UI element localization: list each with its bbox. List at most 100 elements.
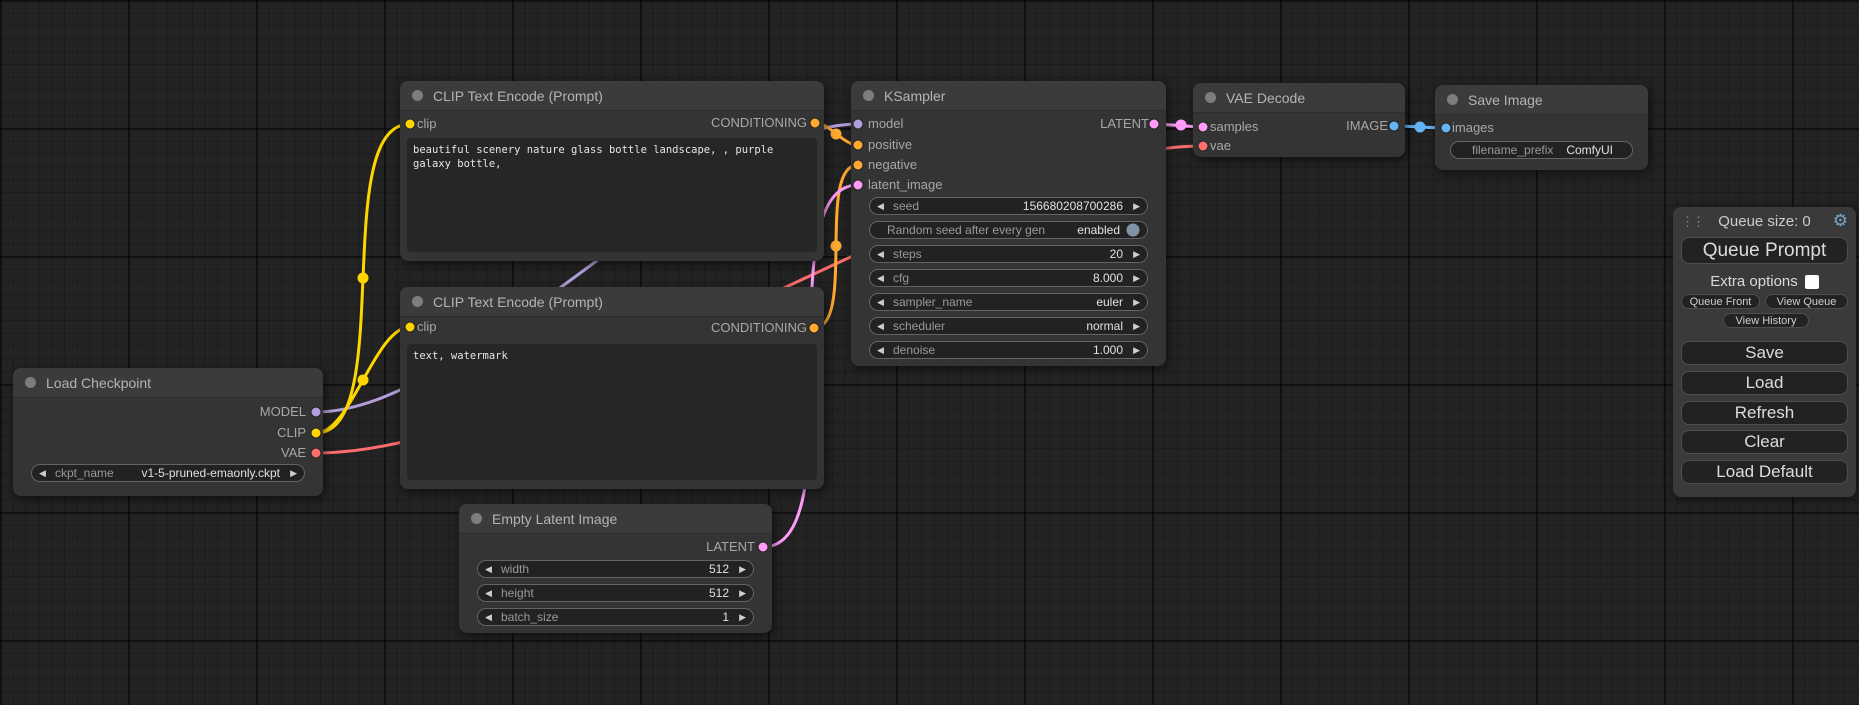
- link-midpoint-dot[interactable]: [358, 375, 369, 386]
- port-images-input[interactable]: [1441, 123, 1451, 133]
- node-title-bar[interactable]: Empty Latent Image: [459, 504, 772, 534]
- arrow-right-icon[interactable]: ▶: [284, 464, 297, 482]
- arrow-right-icon[interactable]: ▶: [733, 584, 746, 602]
- link-midpoint-dot[interactable]: [831, 241, 842, 252]
- widget-height[interactable]: ◀ height 512 ▶: [477, 584, 754, 602]
- arrow-left-icon[interactable]: ◀: [877, 269, 890, 287]
- port-latent-output[interactable]: [1149, 119, 1159, 129]
- node-ksampler[interactable]: KSampler model positive negative latent_…: [851, 81, 1166, 366]
- widget-cfg[interactable]: ◀ cfg 8.000 ▶: [869, 269, 1148, 287]
- arrow-left-icon[interactable]: ◀: [877, 293, 890, 311]
- queue-prompt-button[interactable]: Queue Prompt: [1681, 237, 1848, 264]
- node-clip-text-encode-positive[interactable]: CLIP Text Encode (Prompt) clip CONDITION…: [400, 81, 824, 261]
- port-conditioning-output-negative[interactable]: [809, 323, 819, 333]
- arrow-right-icon[interactable]: ▶: [1127, 197, 1140, 215]
- arrow-right-icon[interactable]: ▶: [733, 560, 746, 578]
- load-default-button[interactable]: Load Default: [1681, 460, 1848, 484]
- node-title-bar[interactable]: Load Checkpoint: [13, 368, 323, 398]
- clear-button[interactable]: Clear: [1681, 430, 1848, 454]
- arrow-left-icon[interactable]: ◀: [877, 197, 890, 215]
- arrow-right-icon[interactable]: ▶: [733, 608, 746, 626]
- widget-scheduler[interactable]: ◀ scheduler normal ▶: [869, 317, 1148, 335]
- arrow-left-icon[interactable]: ◀: [485, 560, 498, 578]
- node-title-bar[interactable]: CLIP Text Encode (Prompt): [400, 287, 824, 317]
- view-history-button[interactable]: View History: [1723, 313, 1809, 328]
- arrow-right-icon[interactable]: ▶: [1127, 245, 1140, 263]
- arrow-right-icon[interactable]: ▶: [1127, 269, 1140, 287]
- port-positive-input[interactable]: [853, 140, 863, 150]
- link-midpoint-dot[interactable]: [358, 273, 369, 284]
- port-model-input[interactable]: [853, 119, 863, 129]
- node-title-bar[interactable]: VAE Decode: [1193, 83, 1405, 113]
- load-button[interactable]: Load: [1681, 371, 1848, 395]
- port-clip-input-positive[interactable]: [405, 119, 415, 129]
- node-save-image[interactable]: Save Image images filename_prefix ComfyU…: [1435, 85, 1648, 170]
- widget-batch-size[interactable]: ◀ batch_size 1 ▶: [477, 608, 754, 626]
- node-title: VAE Decode: [1226, 90, 1305, 106]
- arrow-left-icon[interactable]: ◀: [877, 317, 890, 335]
- widget-label: sampler_name: [893, 295, 1092, 309]
- arrow-right-icon[interactable]: ▶: [1127, 317, 1140, 335]
- view-queue-button[interactable]: View Queue: [1765, 294, 1848, 309]
- widget-random-seed-toggle[interactable]: Random seed after every gen enabled: [869, 221, 1148, 239]
- extra-options-checkbox[interactable]: [1805, 275, 1819, 289]
- port-model-output[interactable]: [311, 407, 321, 417]
- port-negative-input[interactable]: [853, 160, 863, 170]
- link-midpoint-dot[interactable]: [1415, 122, 1426, 133]
- widget-sampler-name[interactable]: ◀ sampler_name euler ▶: [869, 293, 1148, 311]
- widget-label: batch_size: [501, 610, 718, 624]
- widget-value: 8.000: [1093, 271, 1123, 285]
- collapse-dot-icon[interactable]: [412, 90, 423, 101]
- widget-width[interactable]: ◀ width 512 ▶: [477, 560, 754, 578]
- save-button[interactable]: Save: [1681, 341, 1848, 365]
- toggle-dot-icon[interactable]: [1126, 223, 1140, 237]
- node-clip-text-encode-negative[interactable]: CLIP Text Encode (Prompt) clip CONDITION…: [400, 287, 824, 489]
- widget-steps[interactable]: ◀ steps 20 ▶: [869, 245, 1148, 263]
- prompt-textarea[interactable]: text, watermark: [407, 344, 817, 480]
- graph-canvas[interactable]: { "colors": { "model": "#B39DDB", "clip"…: [0, 0, 1859, 705]
- collapse-dot-icon[interactable]: [1447, 94, 1458, 105]
- widget-denoise[interactable]: ◀ denoise 1.000 ▶: [869, 341, 1148, 359]
- widget-seed[interactable]: ◀ seed 156680208700286 ▶: [869, 197, 1148, 215]
- output-slot-vae: VAE: [281, 445, 306, 461]
- port-conditioning-output-positive[interactable]: [810, 118, 820, 128]
- port-latent-image-input[interactable]: [853, 180, 863, 190]
- node-empty-latent-image[interactable]: Empty Latent Image LATENT ◀ width 512 ▶ …: [459, 504, 772, 633]
- node-title-bar[interactable]: KSampler: [851, 81, 1166, 111]
- port-clip-input-negative[interactable]: [405, 322, 415, 332]
- widget-ckpt-name[interactable]: ◀ ckpt_name v1-5-pruned-emaonly.ckpt ▶: [31, 464, 305, 482]
- arrow-left-icon[interactable]: ◀: [485, 608, 498, 626]
- widget-label: denoise: [893, 343, 1089, 357]
- collapse-dot-icon[interactable]: [863, 90, 874, 101]
- collapse-dot-icon[interactable]: [471, 513, 482, 524]
- input-slot-vae: vae: [1210, 138, 1231, 154]
- port-image-output[interactable]: [1389, 121, 1399, 131]
- arrow-left-icon[interactable]: ◀: [877, 245, 890, 263]
- queue-front-button[interactable]: Queue Front: [1681, 294, 1760, 309]
- refresh-button[interactable]: Refresh: [1681, 401, 1848, 425]
- arrow-right-icon[interactable]: ▶: [1127, 341, 1140, 359]
- node-load-checkpoint[interactable]: Load Checkpoint MODEL CLIP VAE ◀ ckpt_na…: [13, 368, 323, 496]
- collapse-dot-icon[interactable]: [25, 377, 36, 388]
- port-samples-input[interactable]: [1198, 122, 1208, 132]
- collapse-dot-icon[interactable]: [1205, 92, 1216, 103]
- collapse-dot-icon[interactable]: [412, 296, 423, 307]
- port-vae-input[interactable]: [1198, 141, 1208, 151]
- arrow-left-icon[interactable]: ◀: [485, 584, 498, 602]
- port-empty-latent-output[interactable]: [758, 542, 768, 552]
- link-midpoint-dot[interactable]: [1176, 120, 1187, 131]
- widget-value: 1.000: [1093, 343, 1123, 357]
- widget-filename-prefix[interactable]: filename_prefix ComfyUI: [1450, 141, 1633, 159]
- arrow-left-icon[interactable]: ◀: [877, 341, 890, 359]
- node-vae-decode[interactable]: VAE Decode samples vae IMAGE: [1193, 83, 1405, 157]
- node-title-bar[interactable]: Save Image: [1435, 85, 1648, 115]
- port-vae-output[interactable]: [311, 448, 321, 458]
- arrow-left-icon[interactable]: ◀: [39, 464, 52, 482]
- port-clip-output[interactable]: [311, 428, 321, 438]
- link-midpoint-dot[interactable]: [831, 129, 842, 140]
- arrow-right-icon[interactable]: ▶: [1127, 293, 1140, 311]
- gear-icon[interactable]: ⚙: [1833, 211, 1848, 231]
- node-title: CLIP Text Encode (Prompt): [433, 294, 603, 310]
- node-title-bar[interactable]: CLIP Text Encode (Prompt): [400, 81, 824, 111]
- prompt-textarea[interactable]: beautiful scenery nature glass bottle la…: [407, 138, 817, 252]
